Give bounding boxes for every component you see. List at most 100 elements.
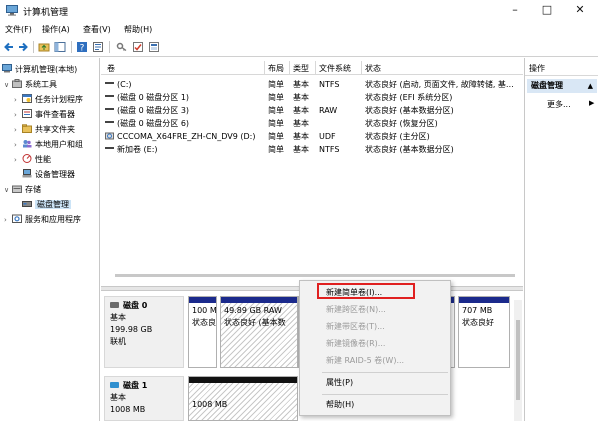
help-icon[interactable]: ?	[76, 41, 88, 53]
window-title: 计算机管理	[23, 8, 69, 18]
volume-name: (磁盘 0 磁盘分区 6)	[117, 119, 190, 128]
key-icon[interactable]	[116, 41, 128, 53]
up-folder-icon[interactable]	[38, 41, 50, 53]
close-button[interactable]: ✕	[565, 0, 595, 22]
volume-row[interactable]: (磁盘 0 磁盘分区 1) 简单 基本 状态良好 (EFI 系统分区)	[101, 91, 523, 104]
maximize-button[interactable]: □	[532, 0, 562, 22]
volume-row[interactable]: (C:) 简单 基本 NTFS 状态良好 (启动, 页面文件, 故障转储, 基…	[101, 78, 523, 91]
chevron-right-icon[interactable]: ›	[14, 124, 22, 137]
partition-efi[interactable]: 100 M 状态良	[188, 296, 217, 368]
column-header-status[interactable]: 状态	[365, 63, 381, 74]
column-divider[interactable]	[315, 61, 316, 75]
performance-icon	[22, 154, 32, 163]
tree-item-computer-management[interactable]: 计算机管理(本地)	[2, 63, 77, 76]
volume-icon	[105, 82, 114, 84]
menu-help[interactable]: 帮助(H)	[124, 24, 152, 35]
users-icon	[23, 140, 32, 148]
disk-1-label[interactable]: 磁盘 1 基本 1008 MB	[104, 376, 184, 421]
menu-file[interactable]: 文件(F)	[5, 24, 32, 35]
partition-bar	[189, 377, 297, 383]
chevron-right-icon[interactable]: ›	[14, 94, 22, 107]
chevron-down-icon[interactable]: ∨	[4, 184, 12, 197]
column-header-layout[interactable]: 布局	[268, 63, 284, 74]
computer-icon	[2, 64, 12, 73]
chevron-down-icon[interactable]: ∨	[4, 79, 12, 92]
more-actions-link[interactable]: 更多...	[547, 99, 571, 110]
minimize-button[interactable]: –	[500, 0, 530, 22]
toolbar-separator	[109, 41, 110, 53]
partition-status: 状态良好	[462, 318, 494, 327]
menu-item-new-mirrored-volume: 新建镜像卷(R)...	[326, 339, 386, 348]
console-tree-icon[interactable]	[54, 41, 66, 53]
computer-management-icon	[6, 5, 18, 16]
menu-item-new-simple-volume[interactable]: 新建简单卷(I)...	[326, 287, 382, 298]
volume-name: CCCOMA_X64FRE_ZH-CN_DV9 (D:)	[117, 132, 256, 141]
chevron-right-icon[interactable]: ›	[14, 139, 22, 152]
tree-item-local-users-groups[interactable]: › 本地用户和组	[14, 138, 83, 151]
event-viewer-icon	[22, 109, 32, 118]
column-divider[interactable]	[289, 61, 290, 75]
vertical-scrollbar[interactable]	[514, 300, 522, 421]
tree-item-task-scheduler[interactable]: › 任务计划程序	[14, 93, 83, 106]
partition-raw[interactable]: 49.89 GB RAW 状态良好 (基本数	[220, 296, 298, 368]
actions-pane: 操作 磁盘管理 ▲ 更多... ▶	[524, 58, 598, 421]
column-divider[interactable]	[264, 61, 265, 75]
export-icon[interactable]	[148, 41, 160, 53]
partition-status: 状态良	[192, 318, 216, 327]
tree-item-label: 设备管理器	[35, 170, 75, 179]
tree-item-event-viewer[interactable]: › 事件查看器	[14, 108, 75, 121]
properties-icon[interactable]	[92, 41, 104, 53]
tree-item-device-manager[interactable]: 设备管理器	[22, 168, 75, 181]
volume-row[interactable]: CCCOMA_X64FRE_ZH-CN_DV9 (D:) 简单 基本 UDF 状…	[101, 130, 523, 143]
disk-kind: 基本	[110, 393, 126, 402]
menu-item-properties[interactable]: 属性(P)	[326, 377, 353, 388]
volume-filesystem: RAW	[319, 106, 338, 115]
column-divider[interactable]	[361, 61, 362, 75]
back-icon[interactable]	[3, 41, 15, 53]
partition-unallocated[interactable]: 1008 MB	[188, 376, 298, 421]
toolbar-separator	[33, 41, 34, 53]
volume-status: 状态良好 (启动, 页面文件, 故障转储, 基…	[365, 80, 514, 89]
scheduler-icon	[22, 94, 32, 103]
tree-item-performance[interactable]: › 性能	[14, 153, 51, 166]
svg-text:?: ?	[80, 44, 85, 54]
dvd-drive-icon	[105, 132, 114, 140]
tree-item-shared-folders[interactable]: › 共享文件夹	[14, 123, 75, 136]
scrollbar-thumb[interactable]	[516, 320, 520, 400]
column-header-volume[interactable]: 卷	[107, 63, 115, 74]
tree-item-services-apps[interactable]: › 服务和应用程序	[4, 213, 81, 226]
forward-icon[interactable]	[17, 41, 29, 53]
menu-view[interactable]: 查看(V)	[83, 24, 111, 35]
column-header-type[interactable]: 类型	[293, 63, 309, 74]
tree-item-system-tools[interactable]: ∨ 系统工具	[4, 78, 57, 91]
column-header-filesystem[interactable]: 文件系统	[319, 63, 351, 74]
toolbar: ?	[0, 37, 598, 57]
volume-list-header: 卷 布局 类型 文件系统 状态	[101, 61, 523, 75]
menu-item-help[interactable]: 帮助(H)	[326, 399, 354, 410]
menu-item-new-raid5-volume: 新建 RAID-5 卷(W)...	[326, 356, 405, 365]
submenu-arrow-icon[interactable]: ▶	[589, 99, 594, 107]
horizontal-scrollbar[interactable]	[115, 274, 515, 277]
collapse-arrow-icon[interactable]: ▲	[588, 79, 593, 93]
check-icon[interactable]	[132, 41, 144, 53]
actions-section-disk-management[interactable]: 磁盘管理 ▲	[527, 79, 597, 93]
volume-filesystem: NTFS	[319, 80, 340, 89]
tree-item-label: 磁盘管理	[35, 200, 71, 209]
volume-row[interactable]: 新加卷 (E:) 简单 基本 NTFS 状态良好 (基本数据分区)	[101, 143, 523, 156]
volume-status: 状态良好 (恢复分区)	[365, 119, 438, 128]
menu-bar: 文件(F) 操作(A) 查看(V) 帮助(H)	[0, 22, 598, 37]
disk-0-label[interactable]: 磁盘 0 基本 199.98 GB 联机	[104, 296, 184, 368]
tree-item-disk-management[interactable]: 磁盘管理	[22, 198, 71, 211]
volume-name: (C:)	[117, 80, 132, 89]
chevron-right-icon[interactable]: ›	[4, 214, 12, 227]
volume-type: 基本	[293, 93, 309, 102]
partition-size: 49.89 GB RAW	[224, 306, 282, 315]
menu-action[interactable]: 操作(A)	[42, 24, 70, 35]
volume-row[interactable]: (磁盘 0 磁盘分区 3) 简单 基本 RAW 状态良好 (基本数据分区)	[101, 104, 523, 117]
volume-row[interactable]: (磁盘 0 磁盘分区 6) 简单 基本 状态良好 (恢复分区)	[101, 117, 523, 130]
chevron-right-icon[interactable]: ›	[14, 109, 22, 122]
tree-item-storage[interactable]: ∨ 存储	[4, 183, 41, 196]
chevron-right-icon[interactable]: ›	[14, 154, 22, 167]
volume-type: 基本	[293, 80, 309, 89]
partition-recovery[interactable]: 707 MB 状态良好	[458, 296, 510, 368]
